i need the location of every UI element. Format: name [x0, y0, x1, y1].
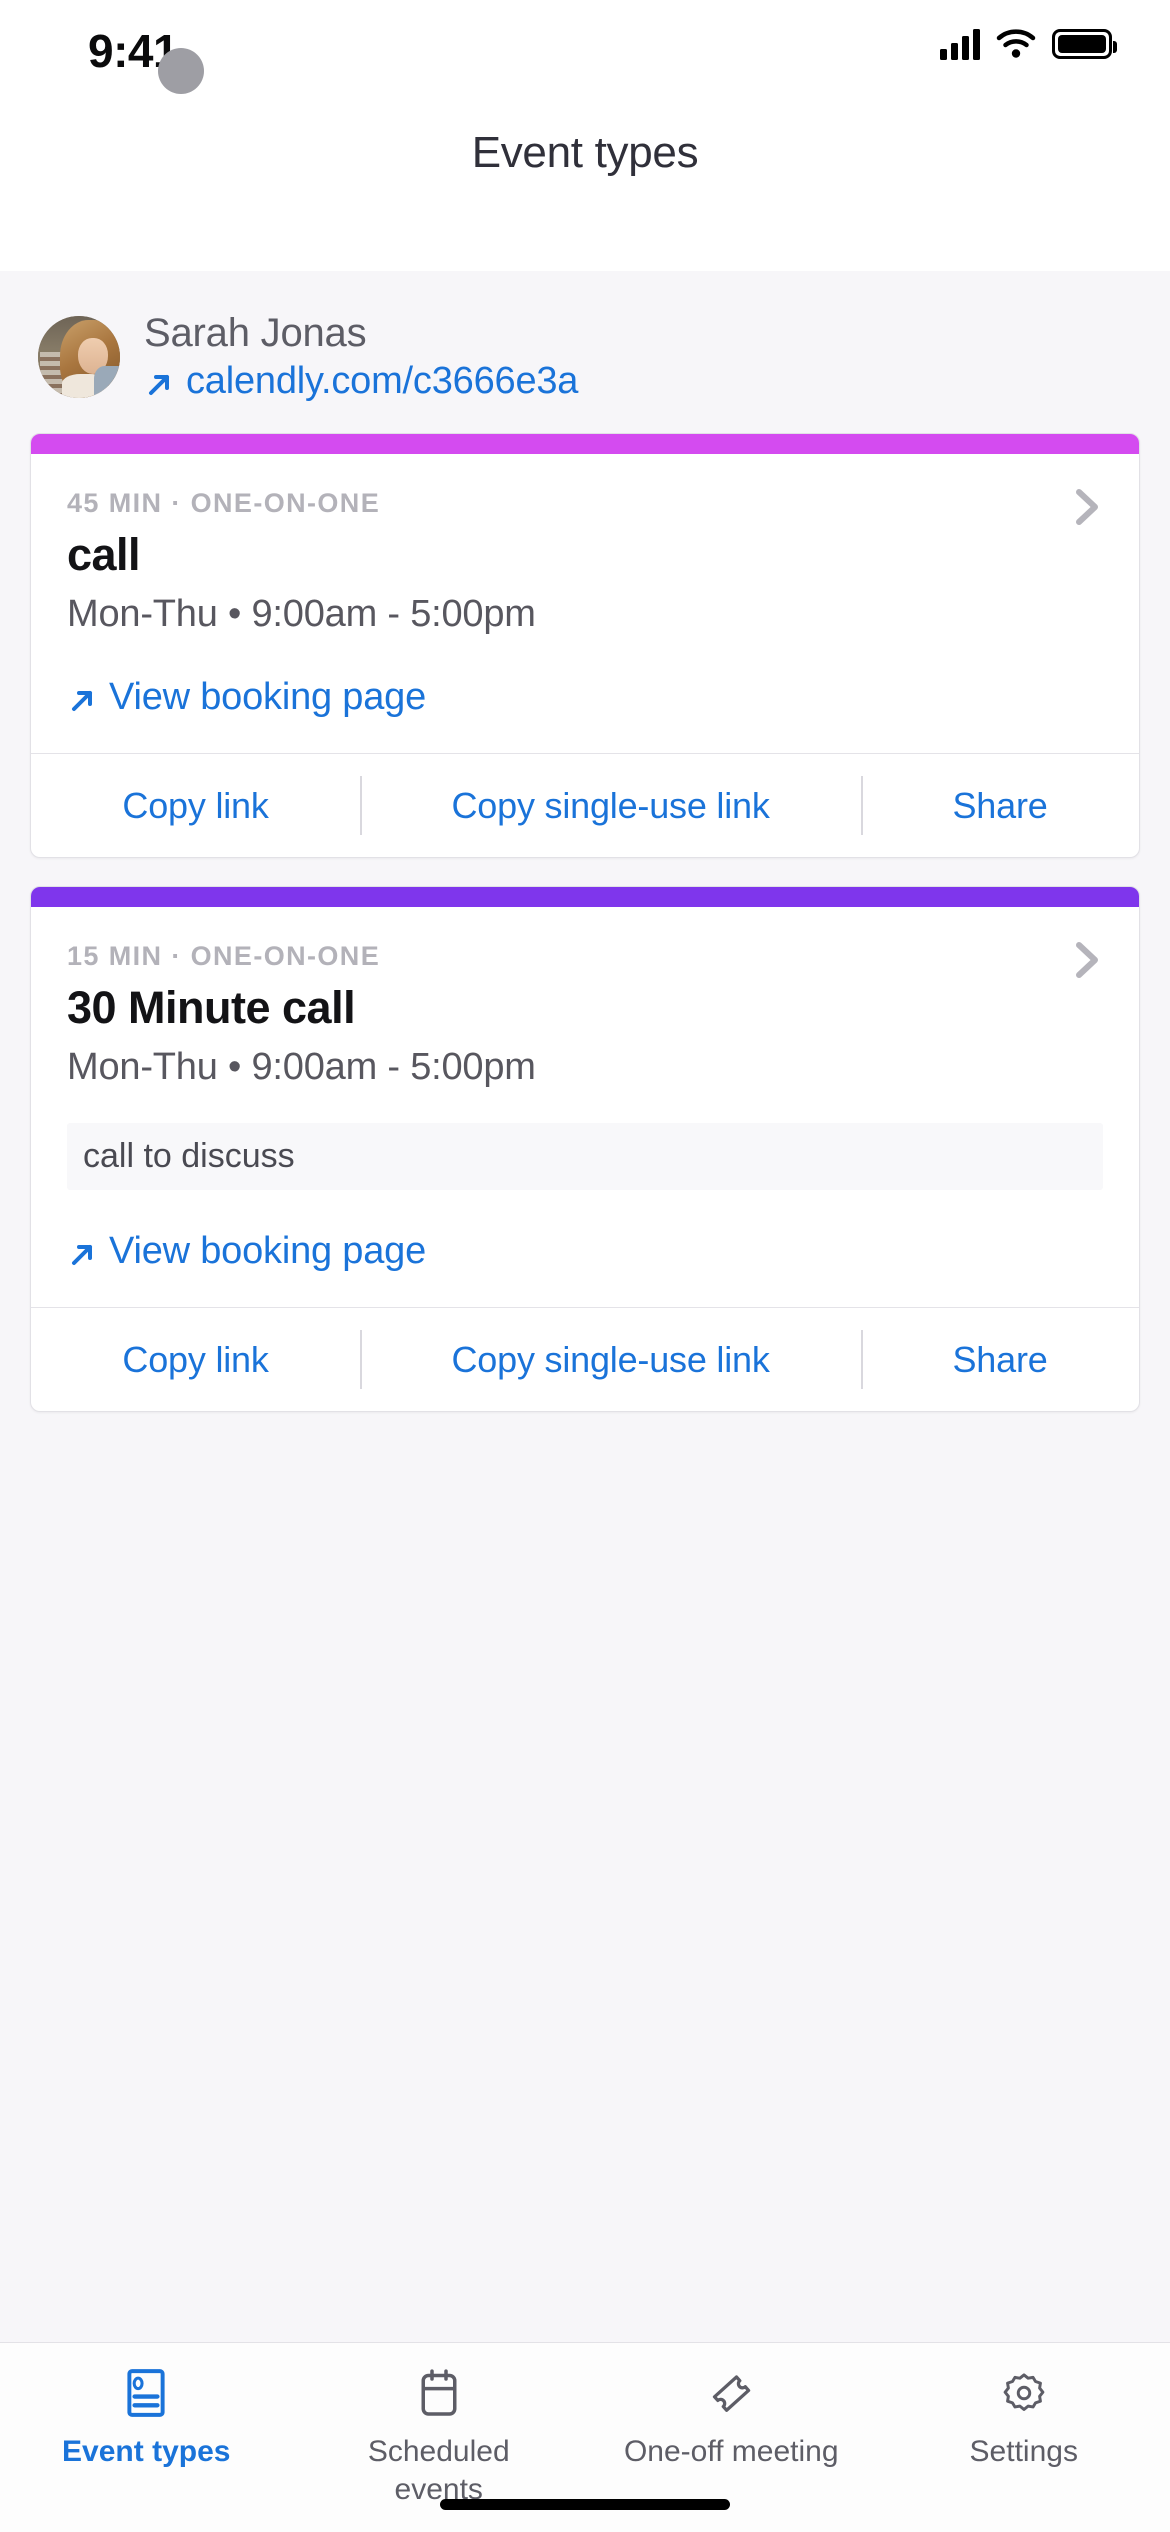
card-accent-bar: [31, 434, 1139, 454]
card-actions: Copy link Copy single-use link Share: [31, 1307, 1139, 1411]
tab-label: Settings: [969, 2435, 1078, 2468]
event-meta: 45 MIN · ONE-ON-ONE: [67, 488, 381, 518]
bottom-tab-bar: Event types Scheduled events One-off mee…: [0, 2342, 1170, 2532]
share-button[interactable]: Share: [861, 754, 1139, 857]
view-booking-page-label: View booking page: [109, 1230, 427, 1272]
event-type-card[interactable]: 45 MIN · ONE-ON-ONE call Mon-Thu • 9:00a…: [30, 433, 1140, 858]
external-link-arrow-icon: [67, 1237, 97, 1267]
content-area: Sarah Jonas calendly.com/c3666e3a 45 MIN…: [0, 271, 1170, 2342]
gear-icon: [1001, 2365, 1047, 2421]
view-booking-page-link[interactable]: View booking page: [67, 676, 1103, 753]
event-schedule: Mon-Thu • 9:00am - 5:00pm: [67, 1046, 536, 1088]
event-title: 30 Minute call: [67, 982, 356, 1033]
chevron-right-icon[interactable]: [1063, 937, 1109, 983]
wifi-icon: [996, 29, 1036, 59]
copy-single-use-link-button[interactable]: Copy single-use link: [360, 754, 861, 857]
tab-label: One-off meeting: [623, 2435, 839, 2468]
view-booking-page-link[interactable]: View booking page: [67, 1230, 1103, 1307]
share-button[interactable]: Share: [861, 1308, 1139, 1411]
copy-single-use-link-button[interactable]: Copy single-use link: [360, 1308, 861, 1411]
event-description: call to discuss: [67, 1123, 1103, 1190]
event-types-card-icon: [125, 2365, 167, 2421]
page-title: Event types: [471, 128, 699, 177]
status-icons: [940, 28, 1117, 60]
tab-event-types[interactable]: Event types: [0, 2365, 293, 2532]
card-accent-bar: [31, 887, 1139, 907]
page-header: Event types: [0, 96, 1170, 271]
view-booking-page-label: View booking page: [109, 676, 427, 718]
tab-settings[interactable]: Settings: [878, 2365, 1170, 2532]
profile-name: Sarah Jonas: [144, 311, 367, 355]
camera-dot-icon: [158, 48, 204, 94]
home-indicator: [440, 2499, 730, 2510]
avatar: [38, 316, 120, 398]
calendar-icon: [418, 2365, 460, 2421]
event-type-card[interactable]: 15 MIN · ONE-ON-ONE 30 Minute call Mon-T…: [30, 886, 1140, 1412]
battery-icon: [1052, 29, 1117, 59]
event-schedule: Mon-Thu • 9:00am - 5:00pm: [67, 593, 536, 635]
phone-screen: 9:41 Event types Sarah Jonas calendly.co…: [0, 0, 1170, 2532]
tab-label: Scheduled events: [367, 2435, 510, 2506]
profile-link[interactable]: calendly.com/c3666e3a: [144, 360, 578, 403]
card-body: 15 MIN · ONE-ON-ONE 30 Minute call Mon-T…: [31, 907, 1139, 1307]
copy-link-button[interactable]: Copy link: [31, 1308, 360, 1411]
external-link-arrow-icon: [67, 683, 97, 713]
cellular-signal-icon: [940, 28, 980, 60]
card-body: 45 MIN · ONE-ON-ONE call Mon-Thu • 9:00a…: [31, 454, 1139, 753]
tab-label: Event types: [62, 2435, 231, 2468]
chevron-right-icon[interactable]: [1063, 484, 1109, 530]
event-type-list: 45 MIN · ONE-ON-ONE call Mon-Thu • 9:00a…: [0, 433, 1170, 1412]
external-link-arrow-icon: [144, 367, 174, 397]
profile-row[interactable]: Sarah Jonas calendly.com/c3666e3a: [0, 271, 1170, 403]
event-meta: 15 MIN · ONE-ON-ONE: [67, 941, 381, 971]
event-title: call: [67, 529, 141, 580]
profile-link-text: calendly.com/c3666e3a: [186, 360, 579, 402]
profile-text: Sarah Jonas calendly.com/c3666e3a: [144, 311, 578, 403]
card-actions: Copy link Copy single-use link Share: [31, 753, 1139, 857]
status-bar: 9:41: [0, 0, 1170, 96]
ticket-icon: [708, 2365, 754, 2421]
copy-link-button[interactable]: Copy link: [31, 754, 360, 857]
